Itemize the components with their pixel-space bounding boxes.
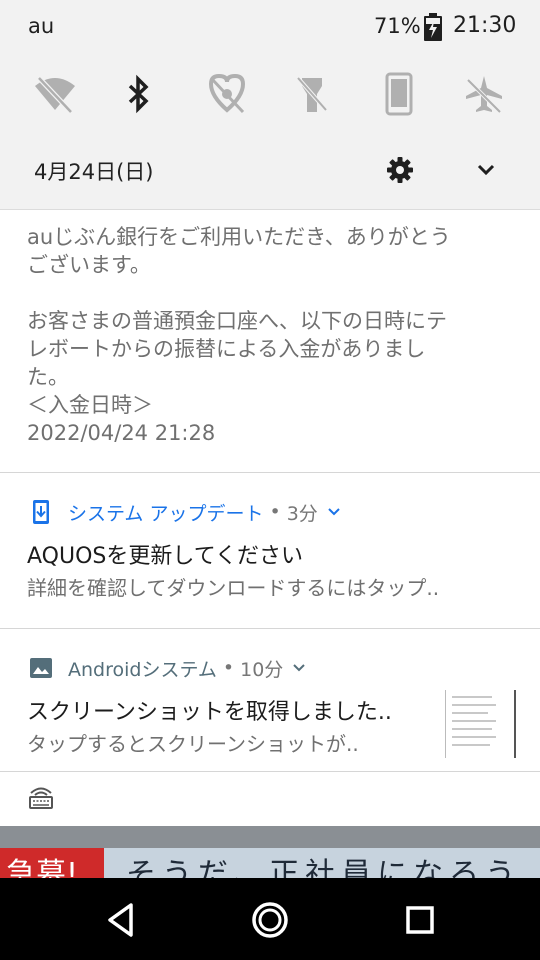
battery-charging-icon bbox=[424, 13, 442, 41]
wifi-tile[interactable] bbox=[33, 72, 77, 116]
flashlight-off-icon bbox=[296, 76, 328, 112]
notification-list: auじぶん銀行をご利用いただき、ありがとう ございます。 お客さまの普通預金口座… bbox=[0, 209, 540, 827]
gear-icon[interactable] bbox=[385, 155, 415, 185]
navigation-bar bbox=[0, 878, 540, 960]
wifi-off-icon bbox=[35, 76, 75, 114]
notification-title: スクリーンショットを取得しました.. bbox=[27, 700, 392, 725]
app-name: Androidシステム bbox=[68, 658, 217, 681]
home-circle-icon[interactable] bbox=[250, 900, 290, 940]
divider bbox=[0, 771, 540, 772]
status-bar: au 71% 21:30 bbox=[0, 0, 540, 54]
flashlight-tile[interactable] bbox=[290, 72, 334, 116]
notification-title: AQUOSを更新してください bbox=[27, 544, 304, 569]
background-app: 急募! そうだ、正社員になろう bbox=[0, 826, 540, 878]
separator-dot: • bbox=[222, 657, 235, 679]
separator-dot: • bbox=[269, 501, 281, 523]
chevron-down-icon[interactable] bbox=[474, 158, 498, 182]
expand-chevron-icon[interactable] bbox=[326, 504, 342, 520]
expand-chevron-icon[interactable] bbox=[291, 660, 307, 676]
notification-body: タップするとスクリーンショットが.. bbox=[27, 732, 359, 756]
keyboard-notification-icon[interactable] bbox=[28, 784, 54, 810]
airplane-tile[interactable] bbox=[462, 72, 506, 116]
background-banner: 急募! そうだ、正社員になろう bbox=[0, 848, 540, 878]
app-name: システム アップデート bbox=[68, 502, 264, 525]
notification-time: 10分 bbox=[240, 658, 284, 681]
battery-percent: 71% bbox=[374, 14, 421, 38]
banner-text: そうだ、正社員になろう bbox=[126, 857, 522, 878]
hotspot-off-icon bbox=[208, 73, 246, 114]
airplane-off-icon bbox=[466, 76, 502, 114]
date-label: 4月24日(日) bbox=[34, 160, 154, 184]
carrier-label: au bbox=[28, 14, 55, 38]
notification-header: Androidシステム • 10分 bbox=[28, 653, 307, 683]
notification-body: 詳細を確認してダウンロードするにはタップ.. bbox=[27, 576, 440, 600]
hotspot-tile[interactable] bbox=[205, 72, 249, 116]
bluetooth-tile[interactable] bbox=[117, 72, 161, 116]
notification-header: システム アップデート • 3分 bbox=[28, 497, 342, 527]
banner-red-text: 急募! bbox=[6, 857, 79, 878]
bank-notification-text[interactable]: auじぶん銀行をご利用いただき、ありがとう ございます。 お客さまの普通預金口座… bbox=[27, 223, 507, 447]
divider bbox=[0, 628, 540, 629]
recents-square-icon[interactable] bbox=[400, 900, 440, 940]
background-app-strip bbox=[0, 826, 540, 848]
back-triangle-icon[interactable] bbox=[101, 900, 141, 940]
auto-rotate-tile[interactable] bbox=[377, 72, 421, 116]
system-update-icon bbox=[33, 500, 49, 524]
notification-time: 3分 bbox=[286, 502, 318, 525]
divider bbox=[0, 472, 540, 473]
bluetooth-icon bbox=[128, 74, 149, 114]
auto-rotate-icon bbox=[385, 72, 413, 116]
quick-settings-panel: 4月24日(日) bbox=[0, 54, 540, 209]
image-icon bbox=[30, 658, 52, 678]
screenshot-thumbnail[interactable] bbox=[445, 690, 516, 758]
clock: 21:30 bbox=[453, 13, 517, 38]
